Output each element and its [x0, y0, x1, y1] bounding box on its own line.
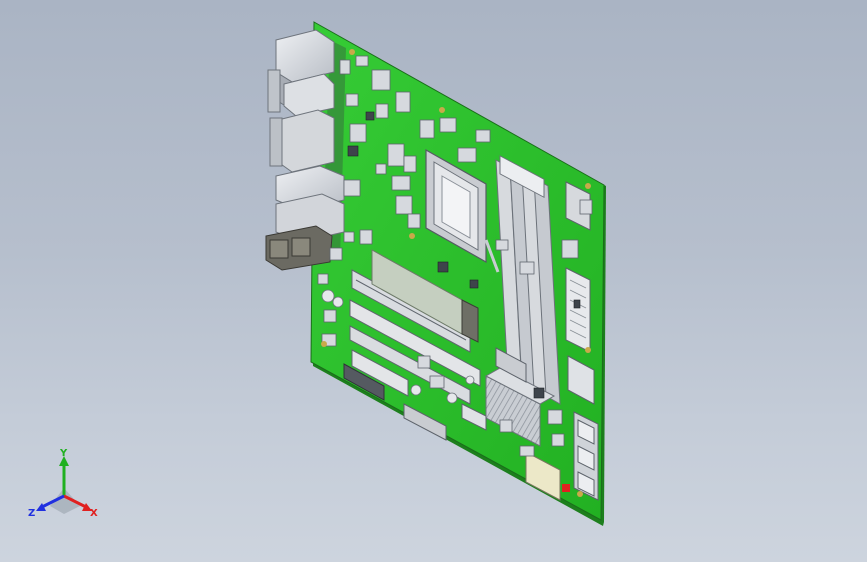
axis-triad: Y X Z [28, 448, 98, 519]
atx-power-connector [565, 267, 591, 353]
x-axis-label: X [90, 508, 98, 519]
cad-viewport[interactable]: Y X Z [0, 0, 867, 562]
y-axis-label: Y [59, 448, 68, 459]
motherboard-model[interactable] [0, 0, 867, 562]
z-axis-label: Z [28, 508, 35, 519]
io-connectors [265, 29, 345, 271]
